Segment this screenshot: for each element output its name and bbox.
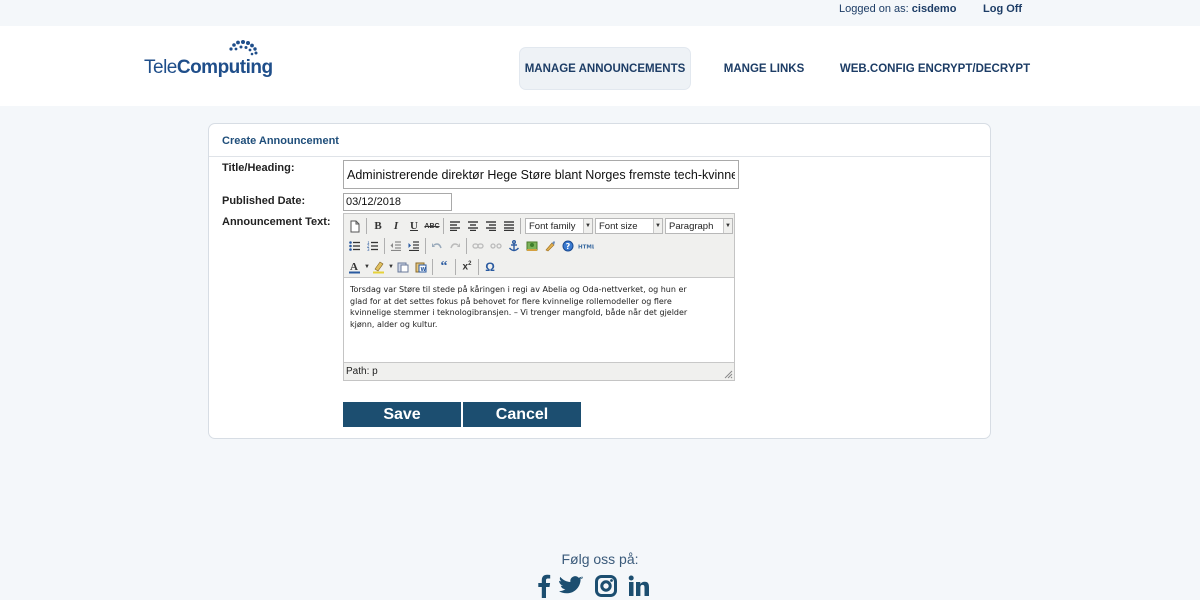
logged-prefix: Logged on as: [839,3,909,15]
chevron-down-icon: ▼ [583,219,592,233]
strikethrough-icon[interactable]: ABC [423,217,441,235]
numbered-list-icon[interactable]: 123 [364,237,382,255]
announcement-text-label: Announcement Text: [222,216,331,228]
header: TeleComputing MANAGE ANNOUNCEMENTS MANGE… [0,26,1200,106]
content-line: glad for at det settes fokus på behovet … [350,296,672,306]
toolbar-separator [443,218,444,234]
panel-title: Create Announcement [222,135,339,147]
resize-handle-icon[interactable] [724,370,733,379]
svg-text:A: A [350,261,358,273]
align-center-icon[interactable] [464,217,482,235]
align-justify-icon[interactable] [500,217,518,235]
log-off-link[interactable]: Log Off [983,3,1022,15]
instagram-icon[interactable] [593,573,619,599]
toolbar-separator [466,238,467,254]
align-left-icon[interactable] [446,217,464,235]
bullet-list-icon[interactable] [346,237,364,255]
logo-text-tele: Tele [144,57,177,78]
redo-icon[interactable] [446,237,464,255]
link-icon[interactable] [469,237,487,255]
facebook-icon[interactable] [531,573,557,599]
highlight-color-icon[interactable] [370,258,388,276]
font-size-value: Font size [599,220,638,232]
outdent-icon[interactable] [387,237,405,255]
editor-toolbar-row-3: A ▼ ▼ W “ x2 Ω [346,257,499,277]
toolbar-separator [432,259,433,275]
toolbar-separator [455,259,456,275]
nav-mange-links[interactable]: MANGE LINKS [716,47,812,90]
new-document-icon[interactable] [346,217,364,235]
unlink-icon[interactable] [487,237,505,255]
format-value: Paragraph [669,220,714,232]
svg-text:HTML: HTML [578,245,594,251]
paste-word-icon[interactable]: W [412,258,430,276]
special-char-icon[interactable]: Ω [481,258,499,276]
undo-icon[interactable] [428,237,446,255]
save-button[interactable]: Save [343,402,461,427]
top-strip: Logged on as: cisdemo Log Off [0,0,1200,26]
superscript-icon[interactable]: x2 [458,258,476,276]
editor-path-bar: Path: p [346,366,378,377]
follow-us-text: Følg oss på: [561,551,639,567]
content-line: kvinnelige stemmer i teknologibransjen. … [350,308,688,317]
toolbar-separator [384,238,385,254]
align-right-icon[interactable] [482,217,500,235]
toolbar-separator [366,218,367,234]
svg-text:3: 3 [367,247,370,251]
published-date-label: Published Date: [222,195,306,207]
rich-text-editor: B I U ABC Font family ▼ Font size ▼ Paragr… [343,213,735,381]
content-line: kjønn, alder og kultur. [350,319,438,329]
bold-icon[interactable]: B [369,217,387,235]
logo-text: TeleComputing [144,57,273,79]
title-input[interactable] [343,160,739,189]
editor-toolbar-row-1: B I U ABC Font family ▼ Font size ▼ Paragr… [346,216,733,236]
underline-icon[interactable]: U [405,217,423,235]
anchor-icon[interactable] [505,237,523,255]
twitter-icon[interactable] [558,573,584,599]
published-date-input[interactable] [343,193,452,211]
cleanup-icon[interactable] [541,237,559,255]
text-color-icon[interactable]: A [346,258,364,276]
nav-web-config-encrypt[interactable]: WEB.CONFIG ENCRYPT/DECRYPT [838,47,1032,90]
toolbar-separator [520,218,521,234]
blockquote-icon[interactable]: “ [435,258,453,276]
logo-text-computing: Computing [176,57,273,78]
image-icon[interactable] [523,237,541,255]
title-label: Title/Heading: [222,162,295,174]
html-icon[interactable]: HTML [577,237,595,255]
svg-text:?: ? [566,242,571,251]
telecomputing-logo[interactable]: TeleComputing [144,40,279,80]
svg-text:W: W [421,267,427,273]
help-icon[interactable]: ? [559,237,577,255]
font-family-value: Font family [529,220,576,232]
nav-manage-announcements[interactable]: MANAGE ANNOUNCEMENTS [519,47,691,90]
create-announcement-panel: Create Announcement Title/Heading: Publi… [208,123,991,439]
toolbar-separator [478,259,479,275]
toolbar-separator [425,238,426,254]
indent-icon[interactable] [405,237,423,255]
font-size-select[interactable]: Font size ▼ [595,218,663,234]
content-line: Torsdag var Støre til stede på kåringen … [350,285,687,294]
format-select[interactable]: Paragraph ▼ [665,218,733,234]
chevron-down-icon: ▼ [653,219,662,233]
cancel-button[interactable]: Cancel [463,402,581,427]
paste-icon[interactable] [394,258,412,276]
logged-on-info: Logged on as: cisdemo [839,3,956,15]
chevron-down-icon: ▼ [723,219,732,233]
italic-icon[interactable]: I [387,217,405,235]
panel-divider [209,156,990,157]
editor-content-area[interactable]: Torsdag var Støre til stede på kåringen … [344,277,734,363]
linkedin-icon[interactable] [626,573,652,599]
username: cisdemo [911,3,957,15]
editor-toolbar-row-2: 123 ? HTML [346,236,595,256]
font-family-select[interactable]: Font family ▼ [525,218,593,234]
